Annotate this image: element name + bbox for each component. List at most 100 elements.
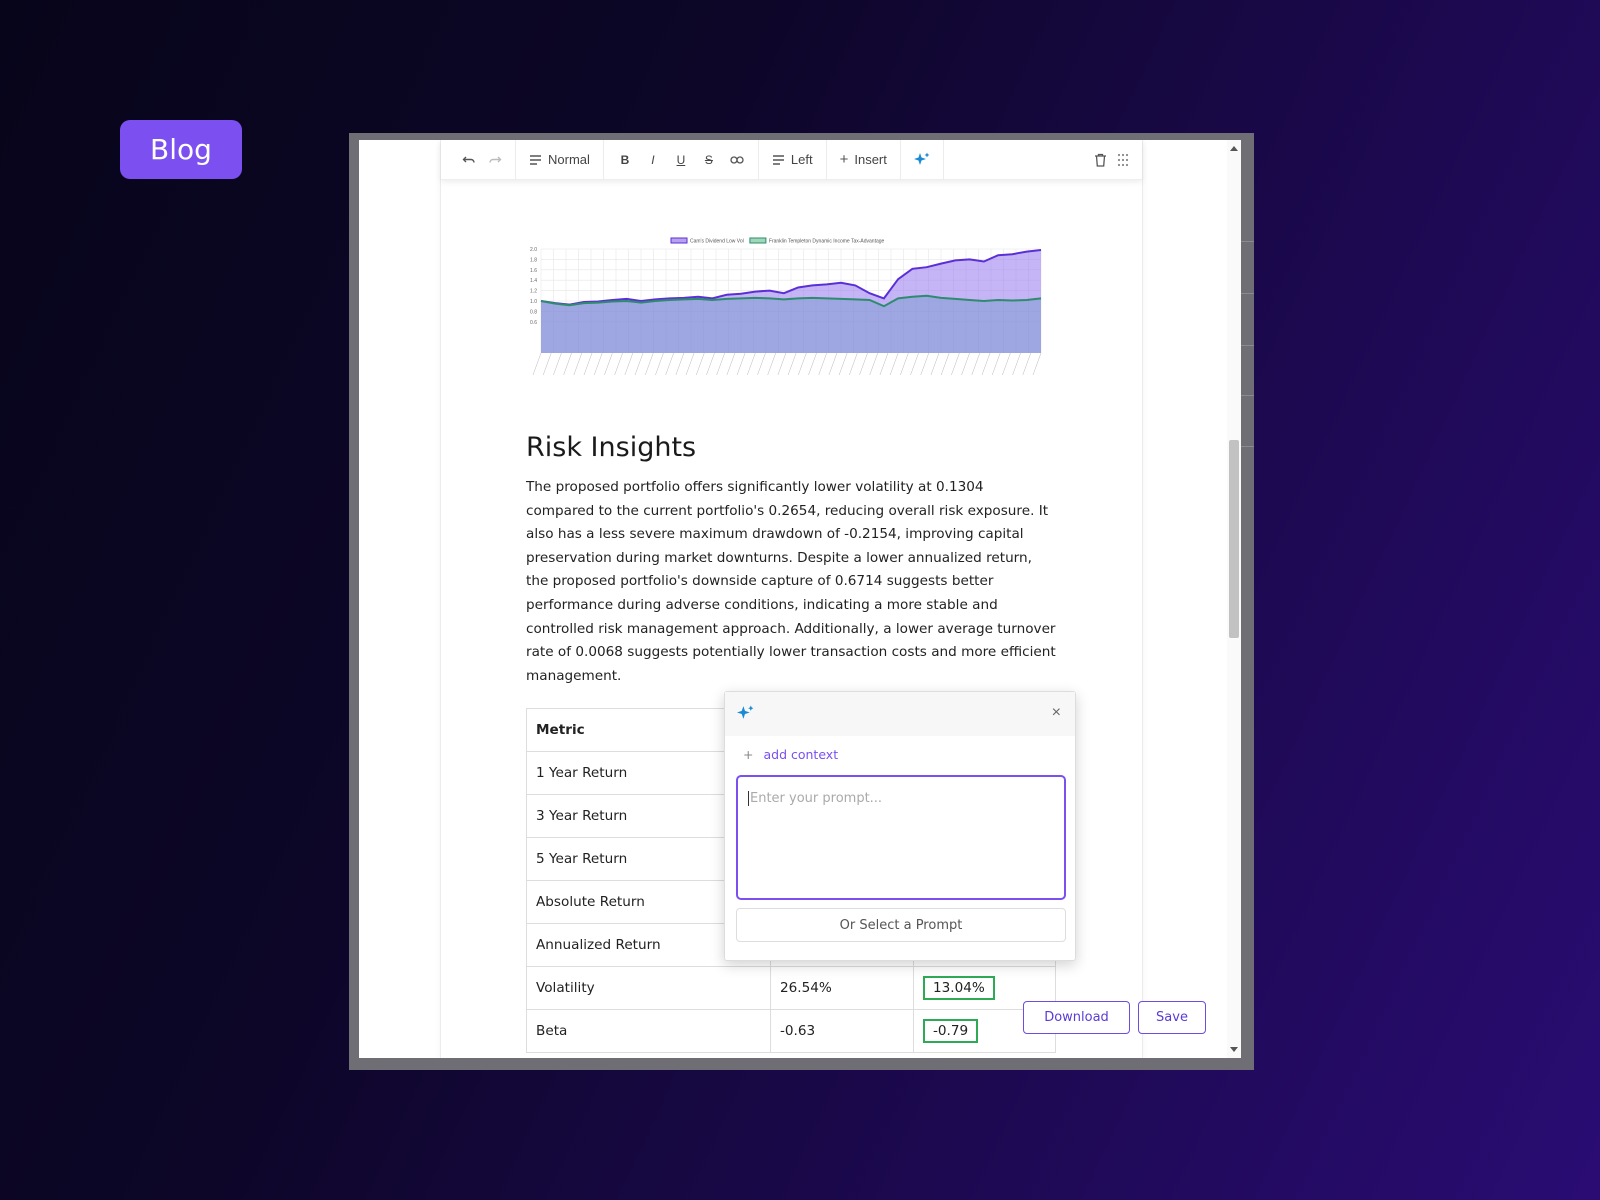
table-cell-metric: Beta (526, 1009, 771, 1053)
paragraph-style-label: Normal (548, 152, 590, 167)
section-heading: Risk Insights (526, 432, 697, 463)
alignment-group: Left (759, 140, 827, 180)
undo-icon[interactable] (457, 149, 481, 171)
legend-label: Franklin Templeton Dynamic Income Tax-Ad… (769, 239, 885, 245)
x-tick-mark (900, 352, 909, 376)
x-tick-mark (767, 352, 776, 376)
link-icon[interactable] (724, 151, 750, 169)
popup-header: × (725, 692, 1075, 736)
align-label: Left (790, 152, 813, 167)
x-tick-mark (971, 352, 980, 376)
y-tick-label: 0.6 (530, 320, 537, 326)
x-tick-mark (818, 352, 827, 376)
legend-swatch (749, 237, 767, 244)
x-tick-mark (696, 352, 705, 376)
table-row: Beta -0.63 -0.79 (526, 1009, 1056, 1053)
x-tick-mark (879, 352, 889, 376)
x-tick-mark (532, 352, 542, 376)
x-tick-mark (849, 352, 858, 376)
x-tick-mark (685, 352, 695, 376)
legend-swatch (670, 237, 688, 244)
scroll-up-arrow-icon[interactable] (1230, 146, 1238, 151)
x-tick-mark (716, 352, 725, 376)
x-tick-mark (665, 352, 674, 376)
bold-button[interactable]: B (612, 149, 638, 171)
x-tick-mark (1032, 352, 1042, 376)
x-tick-mark (736, 352, 746, 376)
x-tick-mark (981, 352, 991, 376)
history-group (449, 140, 516, 180)
x-tick-mark (951, 352, 960, 376)
prompt-placeholder: Enter your prompt... (750, 791, 883, 806)
y-tick-label: 1.4 (530, 278, 537, 284)
insert-group: + Insert (827, 140, 901, 180)
y-tick-label: 2.0 (530, 247, 537, 253)
risk-insights-paragraph[interactable]: The proposed portfolio offers significan… (526, 476, 1056, 688)
y-tick-label: 1.0 (530, 299, 537, 305)
x-tick-mark (645, 352, 654, 376)
trash-icon[interactable] (1089, 149, 1112, 171)
strikethrough-button[interactable]: S (696, 149, 722, 171)
x-tick-mark (634, 352, 644, 376)
ai-sparkle-icon[interactable] (909, 148, 935, 172)
block-style-group: Normal (516, 140, 604, 180)
y-tick-label: 1.8 (530, 257, 537, 263)
x-tick-mark (726, 352, 736, 376)
x-tick-mark (583, 352, 593, 376)
x-tick-mark (859, 352, 868, 376)
x-tick-mark (869, 352, 878, 376)
close-icon[interactable]: × (1052, 704, 1061, 722)
x-tick-mark (614, 352, 623, 376)
align-left-icon (772, 154, 784, 165)
x-tick-mark (920, 352, 929, 376)
x-tick-mark (594, 352, 603, 376)
scroll-thumb[interactable] (1229, 440, 1239, 638)
legend-label: Cam's Dividend Low Vol (690, 239, 744, 245)
plus-icon: + (839, 151, 849, 168)
select-prompt-button[interactable]: Or Select a Prompt (736, 908, 1066, 942)
y-tick-label: 1.2 (530, 289, 537, 295)
x-tick-mark (543, 352, 552, 376)
x-tick-mark (553, 352, 562, 376)
format-group: B I U S (604, 140, 759, 180)
x-tick-mark (910, 352, 919, 376)
ai-sparkle-icon (737, 705, 754, 727)
paragraph-style-dropdown[interactable]: Normal (524, 148, 595, 171)
series-area (541, 295, 1041, 353)
x-tick-mark (747, 352, 756, 376)
underline-button[interactable]: U (668, 149, 694, 171)
x-tick-mark (655, 352, 664, 376)
x-tick-mark (798, 352, 807, 376)
x-tick-mark (777, 352, 787, 376)
vertical-scrollbar[interactable] (1227, 140, 1241, 1058)
align-dropdown[interactable]: Left (767, 148, 818, 171)
x-tick-mark (787, 352, 797, 376)
x-tick-mark (961, 352, 970, 376)
table-cell-current: -0.63 (770, 1009, 914, 1053)
x-tick-mark (675, 352, 685, 376)
save-button[interactable]: Save (1138, 1001, 1206, 1034)
prompt-input[interactable]: Enter your prompt... (736, 775, 1066, 900)
table-cell-current: 26.54% (770, 966, 914, 1010)
download-button[interactable]: Download (1023, 1001, 1130, 1034)
plus-icon: + (743, 747, 754, 762)
italic-button[interactable]: I (640, 149, 666, 171)
x-tick-mark (808, 352, 817, 376)
x-tick-mark (828, 352, 838, 376)
drag-handle-icon[interactable] (1112, 149, 1134, 171)
scroll-down-arrow-icon[interactable] (1230, 1047, 1238, 1052)
x-tick-mark (1002, 352, 1011, 376)
add-context-label: add context (763, 747, 839, 762)
insert-dropdown[interactable]: + Insert (835, 147, 892, 172)
x-tick-mark (930, 352, 940, 376)
add-context-button[interactable]: + add context (743, 747, 838, 762)
x-tick-mark (706, 352, 715, 376)
text-caret (748, 791, 749, 806)
blog-badge-label: Blog (150, 133, 212, 166)
x-tick-mark (992, 352, 1001, 376)
y-tick-label: 1.6 (530, 268, 537, 274)
x-tick-mark (889, 352, 899, 376)
redo-icon[interactable] (483, 149, 507, 171)
x-tick-mark (838, 352, 848, 376)
text-align-icon (530, 154, 541, 165)
